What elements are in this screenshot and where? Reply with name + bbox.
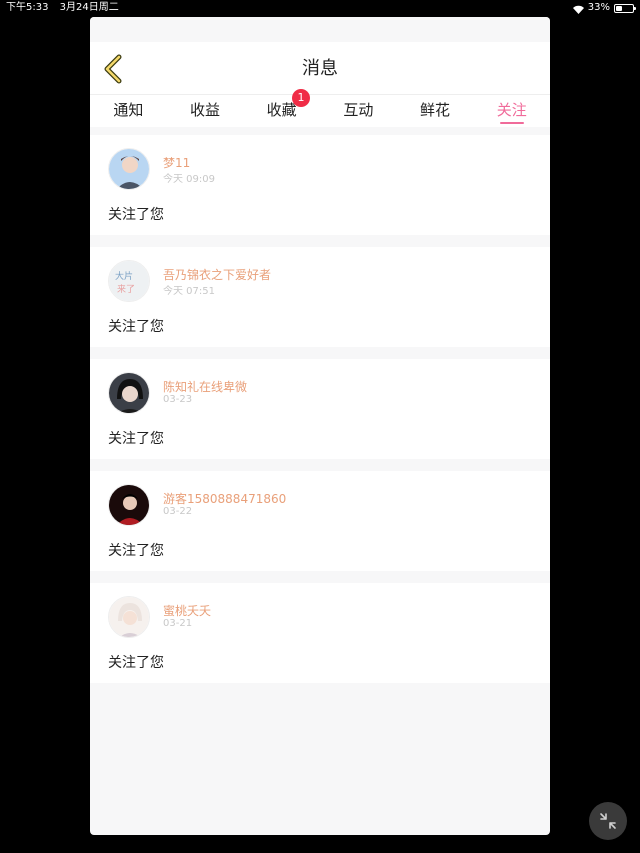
svg-text:大片: 大片 [115,270,133,282]
tab-label: 互动 [343,101,374,119]
tab-label: 鲜花 [420,101,451,119]
activity-text: 关注了您 [108,207,164,223]
timestamp: 03-22 [163,506,193,517]
status-date: 3月24日周二 [59,2,119,13]
avatar[interactable] [108,484,150,526]
avatar-image [109,149,149,189]
username[interactable]: 游客1580888471860 [163,490,286,507]
battery-icon [614,3,636,13]
activity-text: 关注了您 [108,655,164,671]
tab-bar: 通知 收益 收藏 1 互动 鲜花 关注 [90,89,550,127]
active-tab-indicator [499,122,524,124]
tab-flowers[interactable]: 鲜花 [397,95,474,127]
collapse-button[interactable] [589,802,627,840]
unread-badge: 1 [292,89,311,107]
avatar-image [109,485,149,525]
status-bar: 下午5:33 3月24日周二 33% [0,0,640,16]
username[interactable]: 梦11 [163,154,190,171]
timestamp: 今天 07:51 [163,286,215,297]
svg-text:来了: 来了 [117,284,135,295]
avatar-image [109,597,149,637]
username[interactable]: 吾乃锦衣之下爱好者 [163,266,271,283]
list-item[interactable]: 陈知礼在线卑微 03-23 关注了您 [90,359,550,459]
wifi-icon [572,4,584,14]
top-strip [90,17,550,42]
collapse-icon [600,813,616,829]
follow-list: 梦11 今天 09:09 关注了您 大片 来了 吾乃锦衣之下爱好者 今天 07:… [90,127,550,683]
timestamp: 03-23 [163,394,193,405]
avatar[interactable] [108,148,150,190]
app-window: 消息 通知 收益 收藏 1 互动 鲜花 关注 梦11 今天 09:09 关注了您… [90,17,550,835]
avatar[interactable] [108,372,150,414]
list-item[interactable]: 大片 来了 吾乃锦衣之下爱好者 今天 07:51 关注了您 [90,247,550,347]
tab-follow[interactable]: 关注 [473,95,550,127]
tab-label: 收益 [190,101,221,119]
avatar-image: 大片 来了 [109,261,149,301]
list-item[interactable]: 蜜桃夭夭 03-21 关注了您 [90,583,550,683]
avatar-image [109,373,149,413]
activity-text: 关注了您 [108,431,164,447]
avatar[interactable] [108,596,150,638]
avatar[interactable]: 大片 来了 [108,260,150,302]
activity-text: 关注了您 [108,543,164,559]
tab-interaction[interactable]: 互动 [320,95,397,127]
tab-label: 关注 [496,101,527,119]
page-title: 消息 [302,58,338,79]
timestamp: 03-21 [163,618,193,629]
status-time: 下午5:33 [6,2,49,13]
activity-text: 关注了您 [108,319,164,335]
username[interactable]: 陈知礼在线卑微 [163,378,247,395]
tab-notice[interactable]: 通知 [90,95,167,127]
list-item[interactable]: 游客1580888471860 03-22 关注了您 [90,471,550,571]
tab-label: 收藏 [266,101,297,119]
tab-earnings[interactable]: 收益 [167,95,244,127]
battery-percent: 33% [587,2,610,13]
tab-label: 通知 [113,101,144,119]
timestamp: 今天 09:09 [163,174,215,185]
header: 消息 [90,42,550,95]
list-item[interactable]: 梦11 今天 09:09 关注了您 [90,135,550,235]
username[interactable]: 蜜桃夭夭 [163,602,211,619]
tab-favorites[interactable]: 收藏 1 [243,89,320,127]
